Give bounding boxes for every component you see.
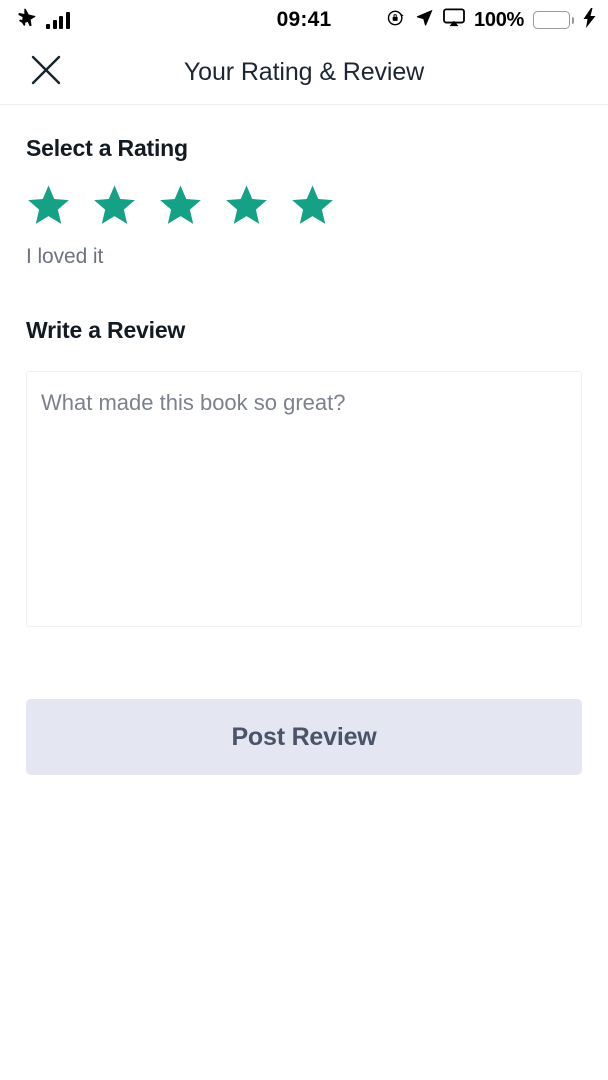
star-2[interactable]: [92, 184, 137, 227]
battery-icon: [533, 11, 574, 29]
star-3[interactable]: [158, 184, 203, 227]
rating-section: Select a Rating I loved it: [26, 135, 582, 269]
post-review-button[interactable]: Post Review: [26, 699, 582, 775]
star-5[interactable]: [290, 184, 335, 227]
lightning-bolt-icon: [583, 7, 596, 33]
rating-section-heading: Select a Rating: [26, 135, 188, 161]
close-icon: [28, 52, 64, 93]
battery-percent: 100%: [474, 8, 524, 31]
star-4[interactable]: [224, 184, 269, 227]
status-time: 09:41: [276, 8, 332, 31]
airplay-icon: [443, 7, 465, 33]
status-bar-left: [16, 7, 70, 33]
main-content: Select a Rating I loved it Write a Revie…: [0, 135, 608, 775]
page-title: Your Rating & Review: [183, 57, 425, 86]
status-bar-right: 100%: [386, 0, 596, 40]
rotation-lock-icon: [386, 8, 406, 33]
navigation-bar: Your Rating & Review: [0, 40, 608, 105]
star-rating-control[interactable]: [26, 184, 582, 227]
status-bar: 09:41 100%: [0, 0, 608, 40]
close-button[interactable]: [24, 50, 68, 94]
app-screen: 09:41 100% Your Rating & Review Select a…: [0, 0, 608, 1080]
star-1[interactable]: [26, 184, 71, 227]
review-textarea[interactable]: [26, 371, 582, 627]
review-section: Write a Review: [26, 317, 582, 632]
review-section-heading: Write a Review: [26, 317, 186, 343]
location-arrow-icon: [415, 8, 434, 32]
rating-label: I loved it: [26, 245, 104, 268]
airplane-icon: [16, 7, 37, 33]
signal-bars-icon: [46, 11, 70, 29]
